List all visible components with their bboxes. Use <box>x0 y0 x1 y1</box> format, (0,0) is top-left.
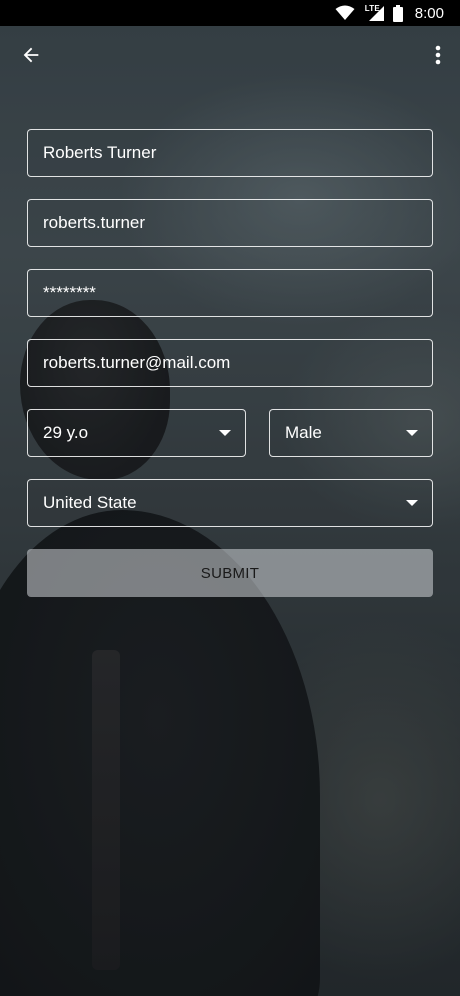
app-bar <box>0 26 460 84</box>
registration-form: Roberts Turner roberts.turner ******** r… <box>27 129 433 597</box>
signup-screen: LTE 8:00 Roberts Turner roberts.turner *… <box>0 0 460 996</box>
username-value: roberts.turner <box>43 213 146 232</box>
status-time: 8:00 <box>414 4 444 22</box>
age-select[interactable]: 29 y.o <box>27 409 246 457</box>
dropdown-arrow-icon <box>406 500 418 506</box>
arrow-back-icon <box>23 47 39 63</box>
age-value: 29 y.o <box>43 423 89 442</box>
lte-signal-icon: LTE <box>363 4 385 21</box>
country-select[interactable]: United State <box>27 479 433 527</box>
password-value: ******** <box>43 283 96 302</box>
gender-select[interactable]: Male <box>269 409 433 457</box>
dropdown-arrow-icon <box>219 430 231 436</box>
status-bar: LTE 8:00 <box>0 0 460 26</box>
battery-icon <box>392 4 403 22</box>
age-gender-row: 29 y.o Male <box>27 409 433 479</box>
more-vert-icon <box>435 45 441 65</box>
full-name-value: Roberts Turner <box>43 143 157 162</box>
overflow-menu-button[interactable] <box>428 38 448 72</box>
email-value: roberts.turner@mail.com <box>43 353 231 372</box>
gender-value: Male <box>285 423 322 442</box>
submit-button[interactable]: SUBMIT <box>27 549 433 597</box>
password-field[interactable]: ******** <box>27 269 433 317</box>
email-field[interactable]: roberts.turner@mail.com <box>27 339 433 387</box>
wifi-icon <box>335 5 355 20</box>
full-name-field[interactable]: Roberts Turner <box>27 129 433 177</box>
dropdown-arrow-icon <box>406 430 418 436</box>
submit-label: SUBMIT <box>200 564 260 582</box>
country-value: United State <box>43 493 137 512</box>
username-field[interactable]: roberts.turner <box>27 199 433 247</box>
back-button[interactable] <box>14 38 48 72</box>
